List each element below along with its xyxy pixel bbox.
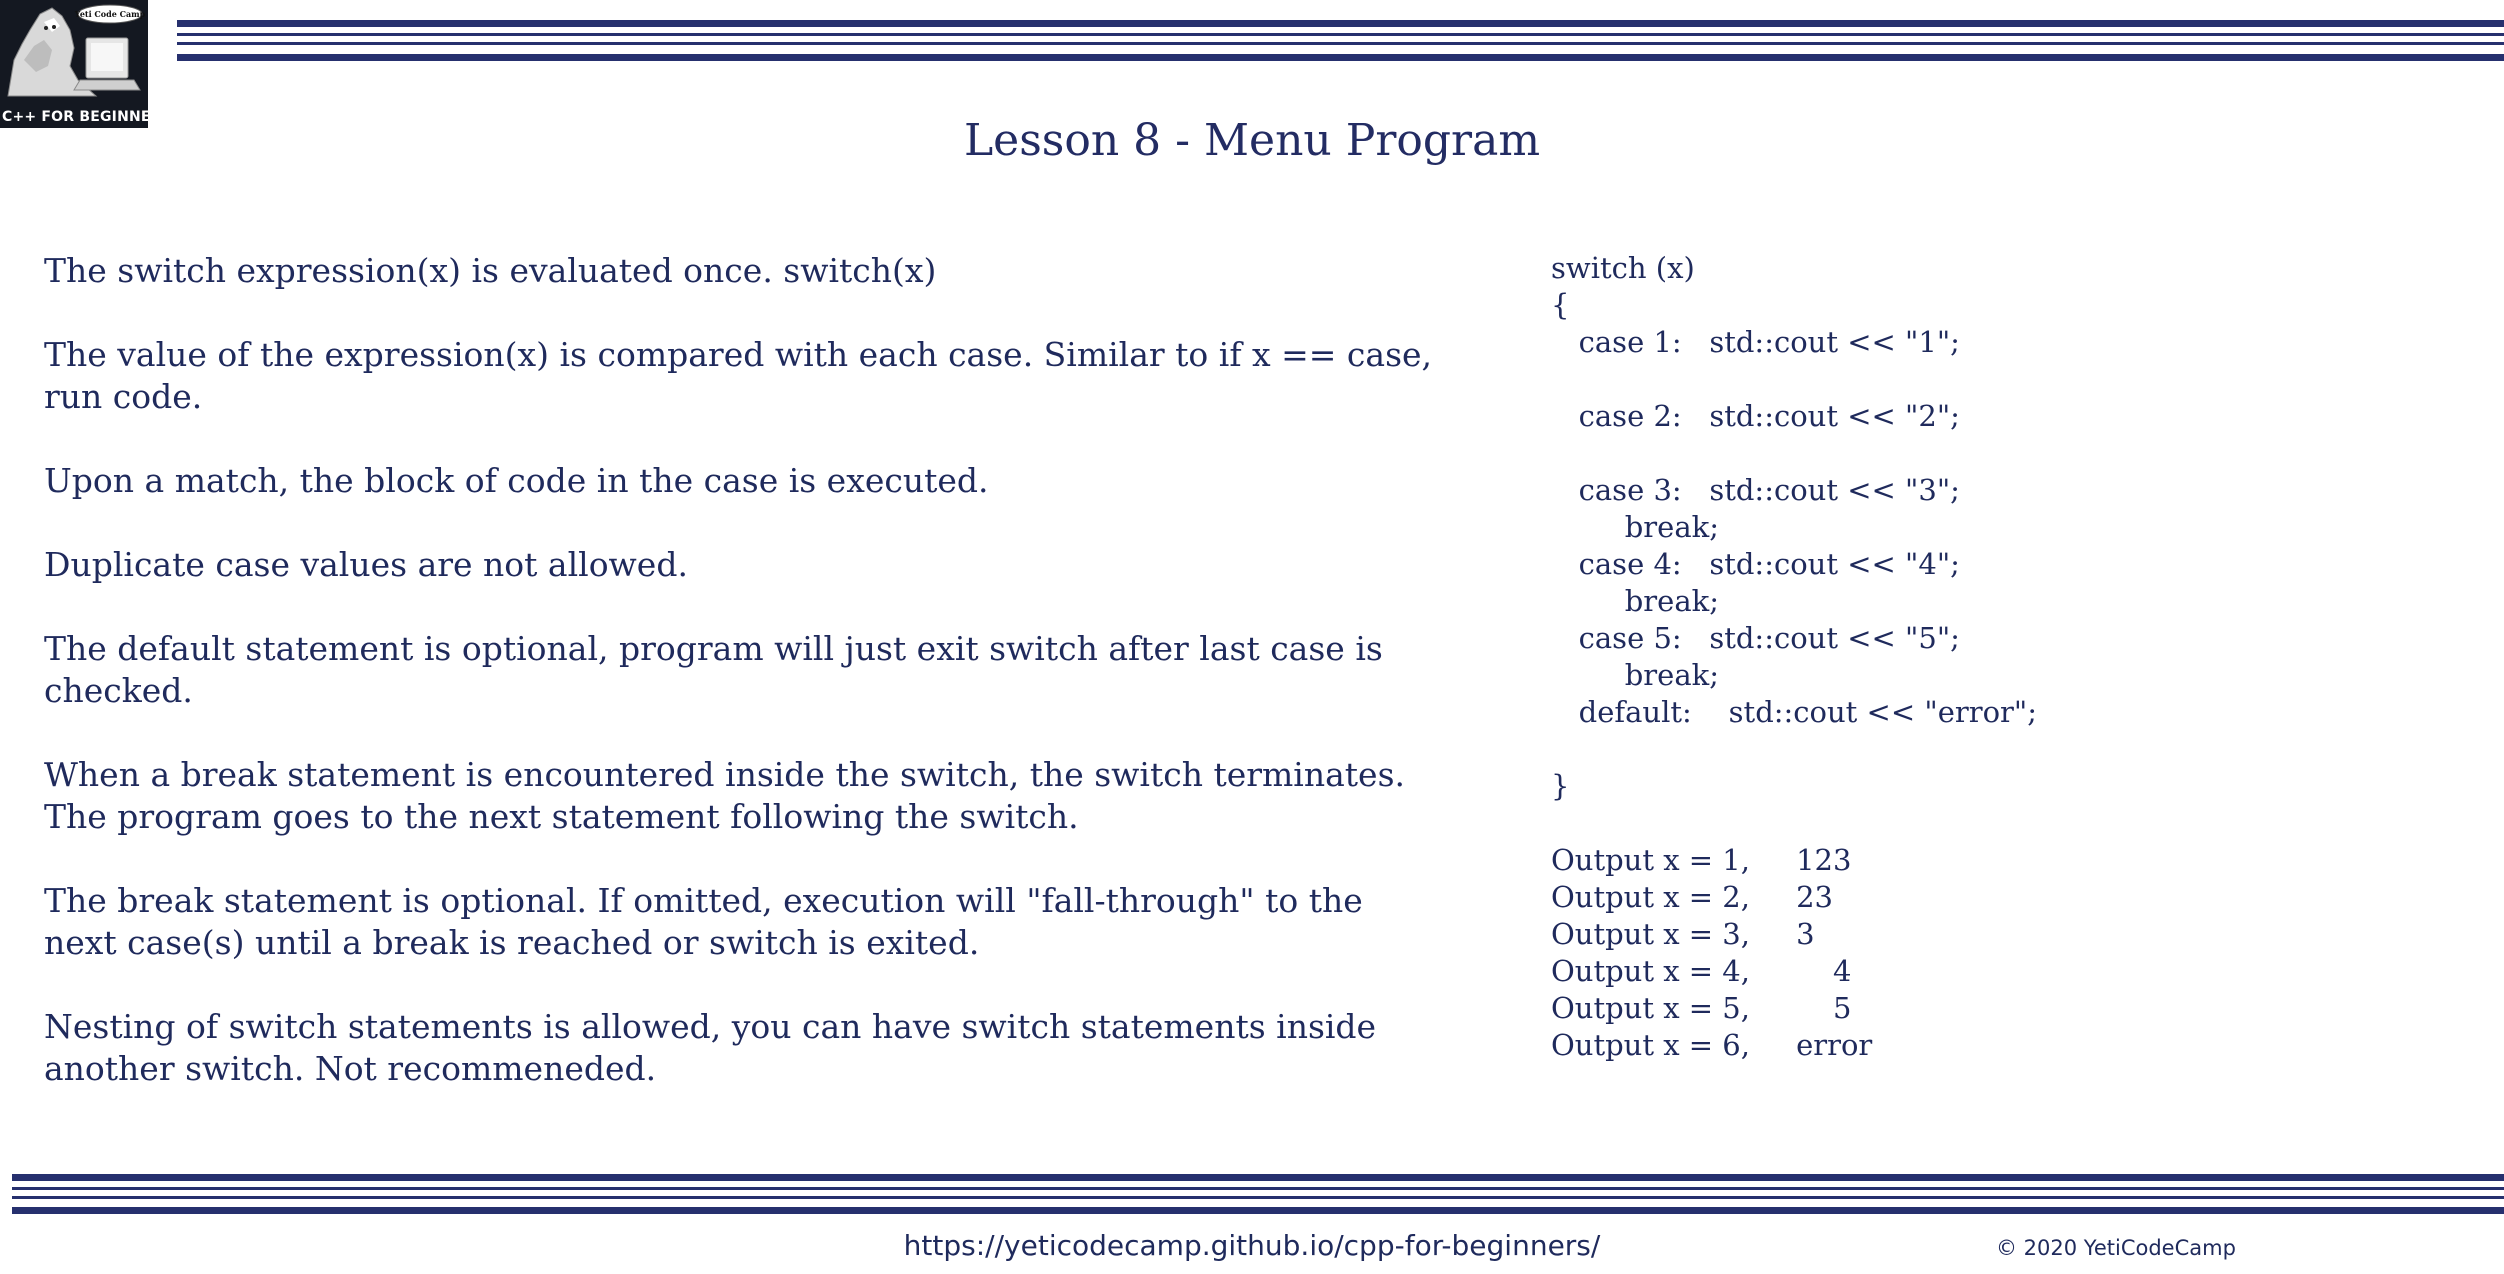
code-line: {	[1551, 288, 1570, 322]
output-line: Output x = 4, 4	[1551, 954, 1852, 988]
output-line: Output x = 1, 123	[1551, 843, 1852, 877]
code-block: switch (x) { case 1: std::cout << "1"; c…	[1551, 250, 2371, 805]
slide: Yeti Code Camp C++ FOR BEGINNERS Lesson …	[0, 0, 2504, 1274]
paragraph: The break statement is optional. If omit…	[44, 881, 1363, 962]
yeti-code-camp-logo: Yeti Code Camp C++ FOR BEGINNERS	[0, 0, 172, 128]
paragraph: Duplicate case values are not allowed.	[44, 545, 688, 584]
code-example-column: switch (x) { case 1: std::cout << "1"; c…	[1551, 250, 2371, 1064]
paragraph: The default statement is optional, progr…	[44, 629, 1383, 710]
code-line: case 5: std::cout << "5";	[1551, 621, 1960, 655]
footer-rule	[12, 1207, 2504, 1214]
paragraph: Nesting of switch statements is allowed,…	[44, 1007, 1377, 1088]
output-line: Output x = 2, 23	[1551, 880, 1833, 914]
code-line: break;	[1551, 510, 1719, 544]
code-line: case 2: std::cout << "2";	[1551, 399, 1960, 433]
header-rule	[177, 54, 2504, 61]
output-block: Output x = 1, 123 Output x = 2, 23 Outpu…	[1551, 842, 2371, 1064]
code-line: case 1: std::cout << "1";	[1551, 325, 1960, 359]
output-line: Output x = 5, 5	[1551, 991, 1852, 1025]
code-line: }	[1551, 769, 1570, 803]
footer-rule	[12, 1196, 2504, 1199]
paragraph: Upon a match, the block of code in the c…	[44, 461, 989, 500]
header-rule	[177, 42, 2504, 45]
logo-badge-text: Yeti Code Camp	[74, 9, 146, 19]
code-line: default: std::cout << "error";	[1551, 695, 2038, 729]
code-line: case 3: std::cout << "3";	[1551, 473, 1960, 507]
footer-rule	[12, 1174, 2504, 1181]
output-line: Output x = 6, error	[1551, 1028, 1873, 1062]
paragraph: The switch expression(x) is evaluated on…	[44, 251, 937, 290]
code-line: case 4: std::cout << "4";	[1551, 547, 1960, 581]
explanation-column: The switch expression(x) is evaluated on…	[44, 250, 1444, 1132]
code-line: switch (x)	[1551, 251, 1695, 285]
footer-copyright: © 2020 YetiCodeCamp	[1996, 1236, 2236, 1260]
yeti-logo-icon: Yeti Code Camp	[0, 0, 148, 108]
header-rules	[177, 20, 2504, 66]
header-rule	[177, 33, 2504, 36]
code-line: break;	[1551, 584, 1719, 618]
paragraph: The value of the expression(x) is compar…	[44, 335, 1433, 416]
paragraph: When a break statement is encountered in…	[44, 755, 1406, 836]
code-line: break;	[1551, 658, 1719, 692]
footer-rule	[12, 1187, 2504, 1190]
footer-rules	[12, 1174, 2504, 1218]
output-line: Output x = 3, 3	[1551, 917, 1815, 951]
header-rule	[177, 20, 2504, 27]
page-title: Lesson 8 - Menu Program	[963, 115, 1541, 166]
